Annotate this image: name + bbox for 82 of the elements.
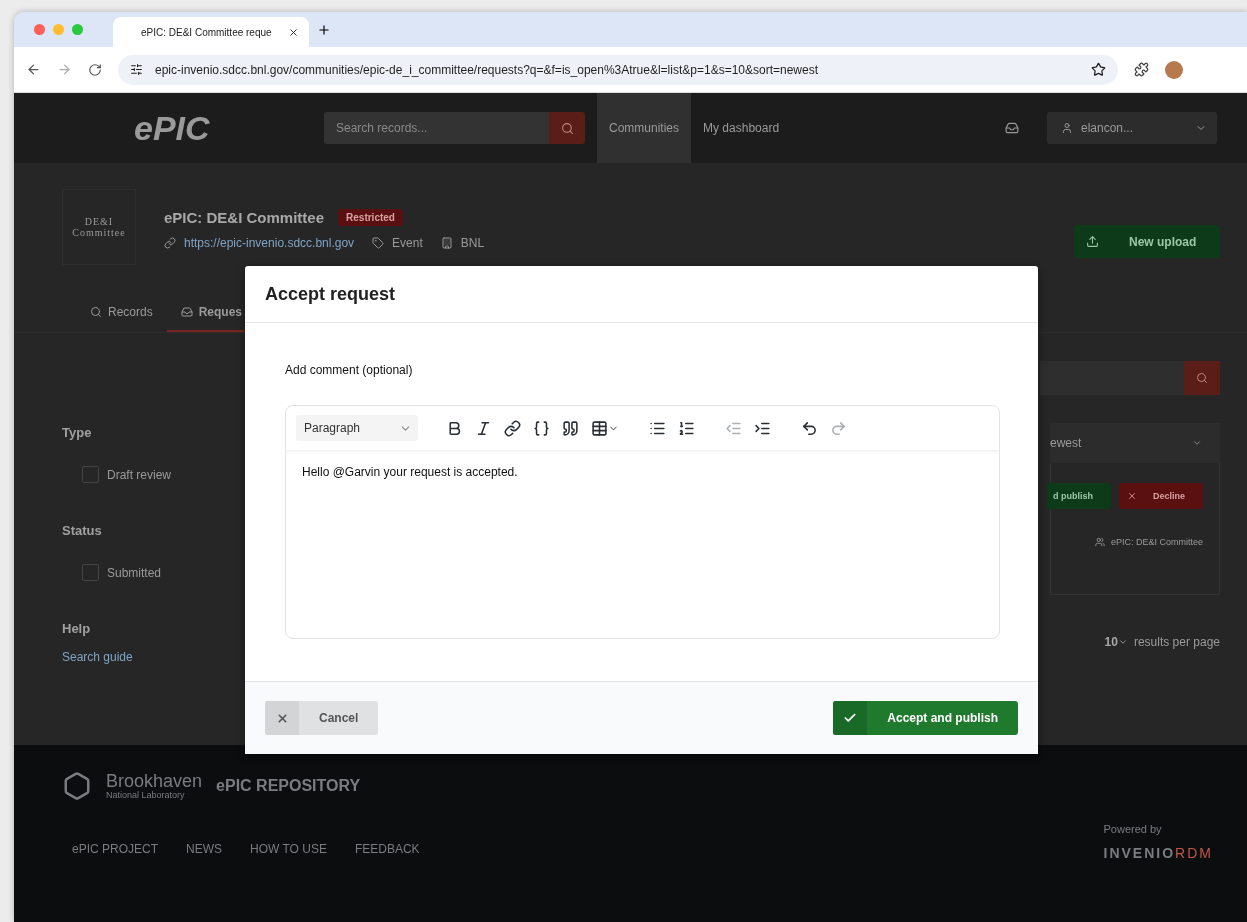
dialog-title: Accept request xyxy=(245,266,1038,323)
search-icon xyxy=(1196,372,1208,384)
new-tab-icon[interactable] xyxy=(317,22,331,37)
user-icon xyxy=(1061,122,1073,134)
tag-icon xyxy=(372,237,385,249)
per-page-dropdown[interactable]: 10 xyxy=(1104,635,1128,649)
hexagon-logo-icon xyxy=(62,771,92,801)
search-icon xyxy=(560,121,574,135)
filter-checkbox[interactable] xyxy=(82,564,99,581)
community-title: ePIC: DE&I Committee xyxy=(164,209,325,226)
decline-button[interactable]: Decline xyxy=(1119,483,1203,509)
filter-label: Draft review xyxy=(107,467,171,482)
restricted-badge: Restricted xyxy=(338,209,403,226)
help-heading: Help xyxy=(62,621,92,636)
profile-avatar[interactable] xyxy=(1165,60,1183,79)
filter-checkbox[interactable] xyxy=(82,466,99,483)
caret-icon xyxy=(1192,438,1202,448)
maximize-window-dot[interactable] xyxy=(72,24,83,35)
filter-label: Submitted xyxy=(107,565,162,580)
comment-text: Hello @Garvin your request is accepted. xyxy=(301,464,519,481)
lab-name: Brookhaven xyxy=(106,772,203,790)
close-icon xyxy=(1127,491,1137,501)
close-icon xyxy=(275,711,289,725)
community-website-link[interactable]: https://epic-invenio.sdcc.bnl.gov xyxy=(184,236,355,250)
braces-icon[interactable] xyxy=(533,419,550,437)
footer-link[interactable]: ePIC PROJECT xyxy=(72,842,158,856)
search-icon xyxy=(90,306,102,318)
community-logo: DE&I Committee xyxy=(62,189,136,265)
inbox-icon xyxy=(180,306,193,318)
link-icon xyxy=(164,237,176,249)
comment-label: Add comment (optional) xyxy=(285,363,414,377)
building-icon xyxy=(440,237,453,249)
close-window-dot[interactable] xyxy=(34,24,45,35)
check-icon xyxy=(843,711,858,725)
reload-icon[interactable] xyxy=(88,62,102,77)
community-tag: Event xyxy=(392,236,423,250)
undo-icon[interactable] xyxy=(801,419,818,437)
bookmark-star-icon[interactable] xyxy=(1091,62,1106,77)
filter-heading: Type xyxy=(62,425,93,440)
site-settings-icon[interactable] xyxy=(130,63,143,76)
per-page-label: results per page xyxy=(1133,635,1220,649)
new-upload-button[interactable]: New upload xyxy=(1074,225,1220,258)
extensions-icon[interactable] xyxy=(1134,62,1149,77)
footer-link[interactable]: FEEDBACK xyxy=(354,842,420,856)
community-name: ePIC: DE&I Committee xyxy=(1110,537,1203,547)
nav-link[interactable]: My dashboard xyxy=(691,93,792,163)
link-icon[interactable] xyxy=(504,419,521,437)
footer-link[interactable]: NEWS xyxy=(186,842,222,856)
minimize-window-dot[interactable] xyxy=(53,24,64,35)
italic-icon[interactable] xyxy=(475,419,492,437)
inbox-icon[interactable] xyxy=(1005,121,1019,135)
upload-icon xyxy=(1086,235,1099,248)
close-icon[interactable] xyxy=(288,26,299,38)
browser-tab[interactable]: ePIC: DE&I Committee reque xyxy=(113,17,309,47)
search-field[interactable]: Search records... xyxy=(324,112,549,144)
user-menu-button[interactable]: elancon... xyxy=(1047,112,1217,144)
repository-title: ePIC REPOSITORY xyxy=(216,777,361,795)
nav-link[interactable]: Communities xyxy=(597,93,692,163)
lab-subtitle: National Laboratory xyxy=(106,790,186,800)
quote-icon[interactable] xyxy=(562,419,579,437)
accept-button[interactable]: d publish xyxy=(1047,483,1111,509)
sort-dropdown[interactable]: ewest xyxy=(1050,423,1220,463)
filter-heading: Status xyxy=(62,523,103,538)
accept-and-publish-button[interactable]: Accept and publish xyxy=(833,701,1018,735)
community-tab[interactable]: Records xyxy=(76,294,167,332)
users-icon xyxy=(1094,537,1105,547)
address-bar[interactable]: epic-invenio.sdcc.bnl.gov/communities/epic-de_i_committee/requests?q=&f=is_open%3Atrue&l=list&p=1&s=10&sort=newest xyxy=(118,54,1118,85)
site-logo[interactable]: ePIC xyxy=(134,108,324,148)
search-guide-link[interactable]: Search guide xyxy=(62,650,245,664)
caret-icon xyxy=(1117,637,1128,647)
engine-logo[interactable]: INVENIO RDM xyxy=(1103,845,1213,861)
back-icon[interactable] xyxy=(26,62,41,77)
footer-link[interactable]: HOW TO USE xyxy=(250,842,327,856)
community-tag: BNL xyxy=(460,236,485,250)
paragraph-style-dropdown[interactable]: Paragraph xyxy=(296,415,418,441)
requests-search-field[interactable] xyxy=(1040,361,1184,395)
cancel-button[interactable]: Cancel xyxy=(265,701,379,735)
table-icon[interactable] xyxy=(591,419,619,437)
comment-editor[interactable]: Paragraph Hello @Garvin your request is accepted. xyxy=(285,405,1000,639)
numbered-list-icon[interactable] xyxy=(678,419,695,437)
bold-icon[interactable] xyxy=(446,419,463,437)
powered-by-label: Powered by xyxy=(1103,823,1163,835)
